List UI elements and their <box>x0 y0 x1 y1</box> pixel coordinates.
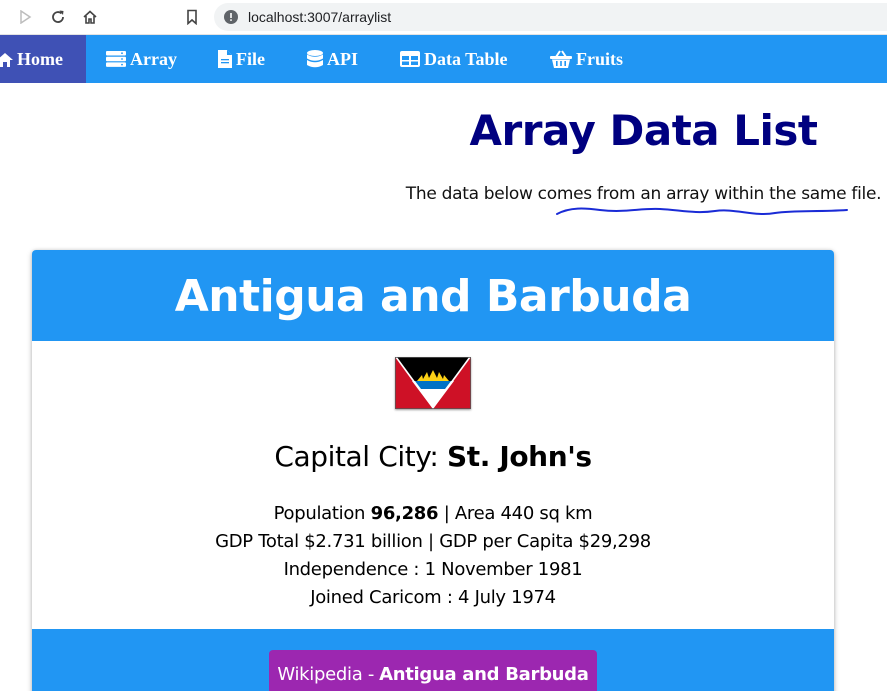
url-text: localhost:3007/arraylist <box>248 9 392 25</box>
server-icon <box>106 51 126 67</box>
card-footer: Wikipedia - Antigua and Barbuda <box>32 629 834 691</box>
nav-home-label: Home <box>17 48 63 69</box>
nav-array-label: Array <box>130 48 177 69</box>
wikipedia-country: Antigua and Barbuda <box>379 663 589 685</box>
area-text: | Area 440 sq km <box>443 503 593 524</box>
handwritten-underline <box>556 207 848 215</box>
nav-fruits[interactable]: Fruits <box>550 35 623 83</box>
site-info-icon[interactable] <box>224 10 238 24</box>
nav-api-label: API <box>327 48 358 69</box>
flag-image <box>395 357 471 409</box>
nav-file-label: File <box>236 48 265 69</box>
caricom-line: Joined Caricom : 4 July 1974 <box>310 587 556 608</box>
address-bar[interactable]: localhost:3007/arraylist <box>214 3 887 31</box>
nav-file[interactable]: File <box>218 35 265 83</box>
population-line: Population 96,286 | Area 440 sq km <box>32 500 834 528</box>
wikipedia-prefix: Wikipedia - <box>277 663 375 685</box>
bookmark-icon[interactable] <box>181 6 203 28</box>
database-icon <box>307 50 323 68</box>
site-navbar: Home Array File API Data Table Fruits <box>0 35 887 83</box>
file-icon <box>218 50 232 68</box>
country-card: Antigua and Barbuda Capital City: St. Jo… <box>32 250 834 691</box>
capital-value: St. John's <box>446 440 592 473</box>
population-label: Population <box>273 503 366 524</box>
page-subtitle: The data below comes from an array withi… <box>405 184 882 204</box>
country-facts: Population 96,286 | Area 440 sq km GDP T… <box>32 500 834 612</box>
nav-data-table-label: Data Table <box>424 48 508 69</box>
page-title: Array Data List <box>469 106 818 155</box>
home-icon <box>0 52 13 67</box>
basket-icon <box>550 50 572 68</box>
nav-array[interactable]: Array <box>106 35 177 83</box>
capital-label: Capital City: <box>274 440 439 473</box>
nav-api[interactable]: API <box>307 35 358 83</box>
nav-home[interactable]: Home <box>0 35 86 83</box>
home-page-icon[interactable] <box>79 6 101 28</box>
forward-icon[interactable] <box>14 6 36 28</box>
capital-city: Capital City: St. John's <box>32 440 834 473</box>
nav-data-table[interactable]: Data Table <box>400 35 508 83</box>
browser-toolbar: localhost:3007/arraylist <box>0 0 887 35</box>
gdp-line: GDP Total $2.731 billion | GDP per Capit… <box>215 531 651 552</box>
nav-fruits-label: Fruits <box>576 48 623 69</box>
wikipedia-button[interactable]: Wikipedia - Antigua and Barbuda <box>269 650 597 691</box>
table-icon <box>400 51 420 67</box>
independence-line: Independence : 1 November 1981 <box>283 559 583 580</box>
population-value: 96,286 <box>370 503 439 524</box>
reload-icon[interactable] <box>47 6 69 28</box>
country-name: Antigua and Barbuda <box>32 250 834 341</box>
